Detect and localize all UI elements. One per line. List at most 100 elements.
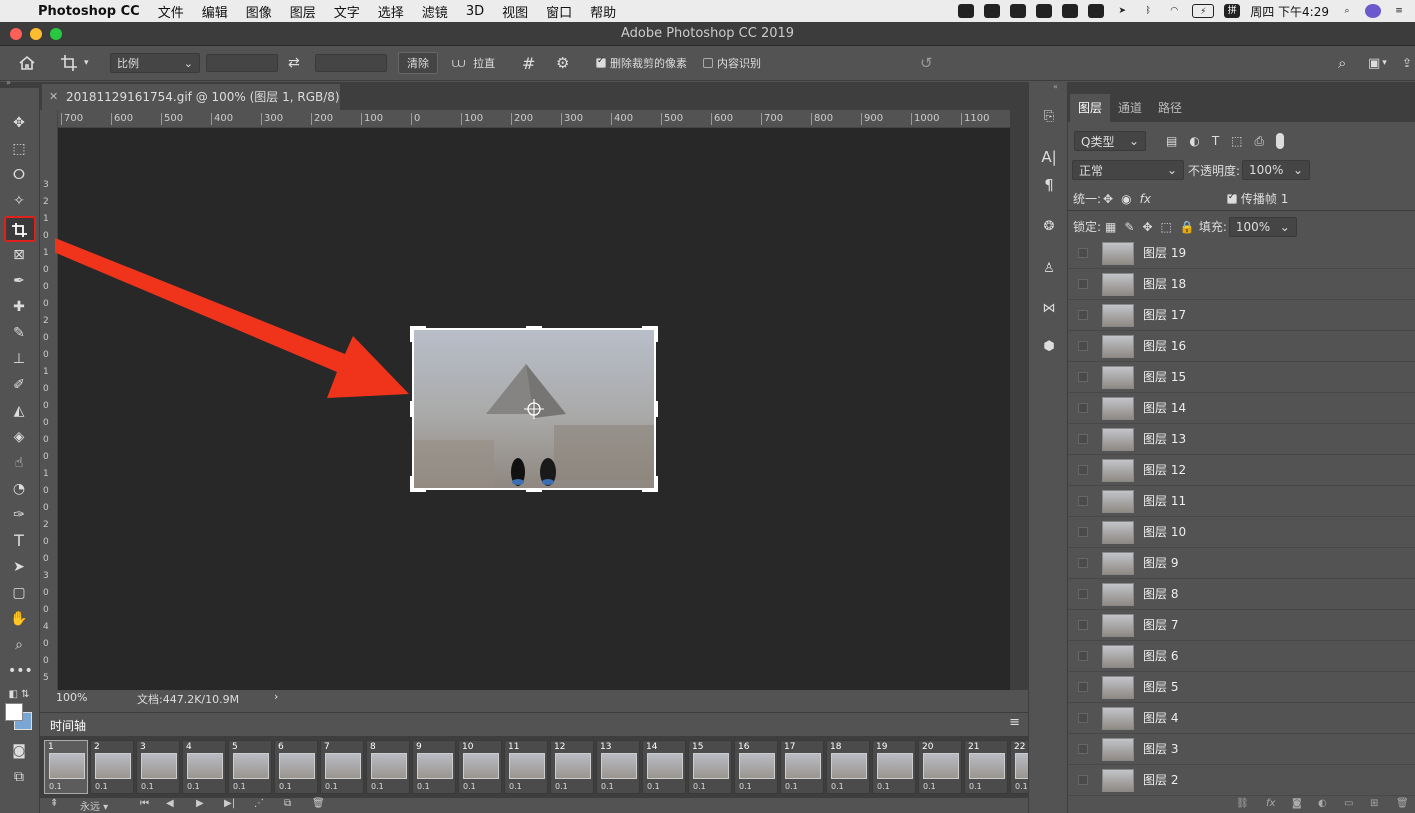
layer-row[interactable]: 图层 15 bbox=[1068, 362, 1415, 393]
document-tab[interactable]: ✕ 20181129161754.gif @ 100% (图层 1, RGB/8… bbox=[42, 84, 340, 110]
bluetooth-icon[interactable]: ᛒ bbox=[1140, 4, 1156, 18]
frame-delay[interactable]: 0.1 bbox=[509, 782, 522, 791]
first-frame-icon[interactable]: ⏮ bbox=[140, 798, 149, 809]
timeline-frame[interactable]: 4 0.1 bbox=[182, 740, 226, 794]
layer-row[interactable]: 图层 2 bbox=[1068, 765, 1415, 796]
layer-filter-select[interactable]: Q类型 ⌄ bbox=[1074, 131, 1146, 151]
frame-delay[interactable]: 0.1 bbox=[969, 782, 982, 791]
wechat-icon[interactable] bbox=[1010, 4, 1027, 18]
crop-image-frame[interactable] bbox=[412, 328, 656, 490]
chevron-right-icon[interactable]: › bbox=[274, 690, 278, 703]
frame-delay[interactable]: 0.1 bbox=[233, 782, 246, 791]
new-group-icon[interactable]: ▭ bbox=[1344, 798, 1353, 809]
visibility-toggle[interactable] bbox=[1078, 465, 1088, 475]
battery-icon[interactable]: ⚡ bbox=[1192, 4, 1215, 18]
timeline-frame[interactable]: 22 0.1 bbox=[1010, 740, 1028, 794]
layer-style-icon[interactable]: fx bbox=[1266, 798, 1275, 809]
move-tool-icon[interactable]: ✥ bbox=[8, 112, 30, 134]
loop-select[interactable]: 永远 ▾ bbox=[80, 798, 108, 813]
layer-row[interactable]: 图层 14 bbox=[1068, 393, 1415, 424]
frame-delay[interactable]: 0.1 bbox=[555, 782, 568, 791]
layer-row[interactable]: 图层 10 bbox=[1068, 517, 1415, 548]
layer-row[interactable]: 图层 3 bbox=[1068, 734, 1415, 765]
frame-delay[interactable]: 0.1 bbox=[187, 782, 200, 791]
layer-row[interactable]: 图层 8 bbox=[1068, 579, 1415, 610]
eyedropper-tool-icon[interactable]: ✒ bbox=[8, 270, 30, 292]
search-icon[interactable]: ⌕ bbox=[1338, 53, 1346, 73]
3d-materials-panel-icon[interactable]: ❂ bbox=[1040, 218, 1058, 236]
filter-shape-icon[interactable]: ⬚ bbox=[1231, 134, 1242, 148]
layer-row[interactable]: 图层 12 bbox=[1068, 455, 1415, 486]
crop-tool-preset-icon[interactable]: ▾ bbox=[60, 53, 89, 73]
menu-3d[interactable]: 3D bbox=[466, 4, 484, 19]
layer-name[interactable]: 图层 17 bbox=[1143, 300, 1186, 331]
visibility-toggle[interactable] bbox=[1078, 558, 1088, 568]
timeline-frame[interactable]: 20 0.1 bbox=[918, 740, 962, 794]
unify-position-icon[interactable]: ✥ bbox=[1103, 192, 1113, 206]
home-icon[interactable] bbox=[18, 53, 36, 73]
grid-overlay-icon[interactable]: # bbox=[522, 53, 535, 73]
layer-row[interactable]: 图层 9 bbox=[1068, 548, 1415, 579]
timeline-frame[interactable]: 13 0.1 bbox=[596, 740, 640, 794]
properties-panel-icon[interactable]: ♙ bbox=[1040, 260, 1058, 278]
tray-sync-icon[interactable] bbox=[1062, 4, 1079, 18]
timeline-frame[interactable]: 16 0.1 bbox=[734, 740, 778, 794]
content-aware-checkbox[interactable]: 内容识别 bbox=[703, 53, 761, 73]
layer-name[interactable]: 图层 9 bbox=[1143, 548, 1178, 579]
menu-filter[interactable]: 滤镜 bbox=[422, 2, 448, 21]
crop-handle-bottom-left[interactable] bbox=[410, 476, 426, 492]
layer-name[interactable]: 图层 13 bbox=[1143, 424, 1186, 455]
paint-bucket-tool-icon[interactable]: ◈ bbox=[8, 426, 30, 448]
marquee-tool-icon[interactable]: ⬚ bbox=[8, 138, 30, 160]
crop-handle-bottom-right[interactable] bbox=[642, 476, 658, 492]
layer-name[interactable]: 图层 6 bbox=[1143, 641, 1178, 672]
layer-name[interactable]: 图层 18 bbox=[1143, 269, 1186, 300]
next-frame-icon[interactable]: ▶| bbox=[224, 798, 235, 809]
visibility-toggle[interactable] bbox=[1078, 775, 1088, 785]
frame-tool-icon[interactable]: ⊠ bbox=[8, 244, 30, 266]
layer-row[interactable]: 图层 13 bbox=[1068, 424, 1415, 455]
layer-name[interactable]: 图层 12 bbox=[1143, 455, 1186, 486]
pen-tool-icon[interactable]: ✑ bbox=[8, 504, 30, 526]
screen-mode-icon[interactable]: ⧉ bbox=[8, 766, 30, 788]
input-method-icon[interactable]: 拼 bbox=[1224, 4, 1241, 18]
frame-delay[interactable]: 0.1 bbox=[1015, 782, 1028, 791]
lock-artboard-icon[interactable]: ⬚ bbox=[1161, 220, 1172, 234]
timeline-frame[interactable]: 2 0.1 bbox=[90, 740, 134, 794]
add-mask-icon[interactable]: ◙ bbox=[1292, 798, 1302, 809]
3d-panel-icon[interactable]: ⬢ bbox=[1040, 338, 1058, 356]
crop-handle-bottom[interactable] bbox=[526, 488, 542, 492]
unify-style-icon[interactable]: fx bbox=[1140, 192, 1151, 206]
layer-row[interactable]: 图层 4 bbox=[1068, 703, 1415, 734]
link-layers-icon[interactable]: ⛓ bbox=[1236, 798, 1249, 809]
visibility-toggle[interactable] bbox=[1078, 527, 1088, 537]
workspace-icon[interactable]: ▣ ▾ bbox=[1368, 53, 1387, 73]
type-tool-icon[interactable]: T bbox=[8, 530, 30, 552]
creative-cloud-icon[interactable] bbox=[1088, 4, 1105, 18]
timeline-frame[interactable]: 12 0.1 bbox=[550, 740, 594, 794]
propagate-frame-checkbox[interactable] bbox=[1226, 192, 1237, 204]
document-canvas[interactable] bbox=[58, 128, 1010, 690]
layer-name[interactable]: 图层 5 bbox=[1143, 672, 1178, 703]
layer-row[interactable]: 图层 17 bbox=[1068, 300, 1415, 331]
frame-delay[interactable]: 0.1 bbox=[739, 782, 752, 791]
frame-delay[interactable]: 0.1 bbox=[417, 782, 430, 791]
frame-delay[interactable]: 0.1 bbox=[279, 782, 292, 791]
visibility-toggle[interactable] bbox=[1078, 496, 1088, 506]
timeline-tab[interactable]: 时间轴 bbox=[50, 717, 86, 734]
layer-row[interactable]: 图层 18 bbox=[1068, 269, 1415, 300]
magic-wand-tool-icon[interactable]: ✧ bbox=[8, 190, 30, 212]
qq-icon[interactable] bbox=[984, 4, 1001, 18]
clear-button[interactable]: 清除 bbox=[398, 52, 438, 74]
frame-delay[interactable]: 0.1 bbox=[785, 782, 798, 791]
filter-pixel-icon[interactable]: ▤ bbox=[1166, 134, 1177, 148]
fill-input[interactable]: 100% ⌄ bbox=[1228, 216, 1297, 237]
visibility-toggle[interactable] bbox=[1078, 744, 1088, 754]
visibility-toggle[interactable] bbox=[1078, 434, 1088, 444]
frame-delay[interactable]: 0.1 bbox=[141, 782, 154, 791]
history-panel-icon[interactable]: ⎘ bbox=[1040, 108, 1058, 126]
tab-paths[interactable]: 路径 bbox=[1150, 94, 1190, 122]
app-menu[interactable]: Photoshop CC bbox=[38, 4, 140, 19]
menu-image[interactable]: 图像 bbox=[246, 2, 272, 21]
frame-delay[interactable]: 0.1 bbox=[371, 782, 384, 791]
